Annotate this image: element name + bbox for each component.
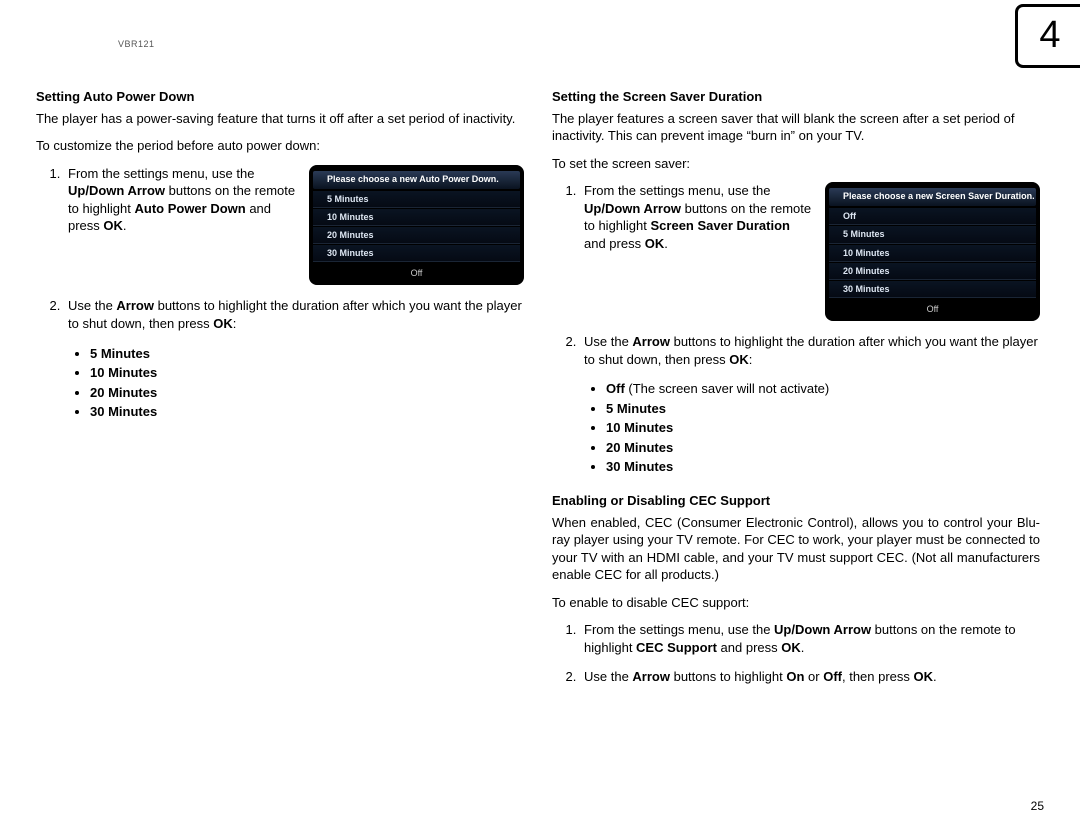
list-item: From the settings menu, use the Up/Down …: [580, 621, 1040, 656]
step-text: From the settings menu, use the Up/Down …: [68, 165, 299, 235]
list-item: Use the Arrow buttons to highlight On or…: [580, 668, 1040, 686]
heading-screen-saver: Setting the Screen Saver Duration: [552, 88, 1040, 106]
heading-cec-support: Enabling or Disabling CEC Support: [552, 492, 1040, 510]
screenshot-option: 30 Minutes: [313, 245, 520, 262]
screenshot-title: Please choose a new Screen Saver Duratio…: [829, 188, 1036, 206]
screenshot-option: 30 Minutes: [829, 281, 1036, 298]
screenshot-option: 10 Minutes: [829, 245, 1036, 262]
option-item: 10 Minutes: [606, 419, 1040, 437]
screenshot-option: 20 Minutes: [829, 263, 1036, 280]
option-item: Off (The screen saver will not activate): [606, 380, 1040, 398]
left-column: Setting Auto Power Down The player has a…: [36, 88, 524, 698]
paragraph: The player features a screen saver that …: [552, 110, 1040, 145]
option-item: 10 Minutes: [90, 364, 524, 382]
option-item: 20 Minutes: [90, 384, 524, 402]
screenshot-footer: Off: [309, 263, 524, 279]
list-item: From the settings menu, use the Up/Down …: [64, 165, 524, 286]
paragraph: The player has a power-saving feature th…: [36, 110, 524, 128]
screenshot-option: 10 Minutes: [313, 209, 520, 226]
chapter-tab: 4: [1015, 4, 1080, 68]
screenshot-option: 5 Minutes: [313, 191, 520, 208]
paragraph: To customize the period before auto powe…: [36, 137, 524, 155]
screenshot-title: Please choose a new Auto Power Down.: [313, 171, 520, 189]
step-text: From the settings menu, use the Up/Down …: [584, 182, 815, 252]
screenshot-footer: Off: [825, 299, 1040, 315]
paragraph: To enable to disable CEC support:: [552, 594, 1040, 612]
list-item: From the settings menu, use the Up/Down …: [580, 182, 1040, 321]
screenshot-option: 20 Minutes: [313, 227, 520, 244]
option-item: 20 Minutes: [606, 439, 1040, 457]
page-number: 25: [1031, 798, 1044, 814]
heading-auto-power-down: Setting Auto Power Down: [36, 88, 524, 106]
right-column: Setting the Screen Saver Duration The pl…: [552, 88, 1040, 698]
screenshot-option: Off: [829, 208, 1036, 225]
paragraph: To set the screen saver:: [552, 155, 1040, 173]
list-item: Use the Arrow buttons to highlight the d…: [64, 297, 524, 332]
paragraph: When enabled, CEC (Consumer Electronic C…: [552, 514, 1040, 584]
list-item: Use the Arrow buttons to highlight the d…: [580, 333, 1040, 368]
option-item: 30 Minutes: [606, 458, 1040, 476]
model-number: VBR121: [118, 38, 155, 50]
option-item: 5 Minutes: [606, 400, 1040, 418]
screenshot-option: 5 Minutes: [829, 226, 1036, 243]
option-item: 5 Minutes: [90, 345, 524, 363]
option-item: 30 Minutes: [90, 403, 524, 421]
screenshot-auto-power-down: Please choose a new Auto Power Down. 5 M…: [309, 165, 524, 286]
screenshot-screen-saver: Please choose a new Screen Saver Duratio…: [825, 182, 1040, 321]
